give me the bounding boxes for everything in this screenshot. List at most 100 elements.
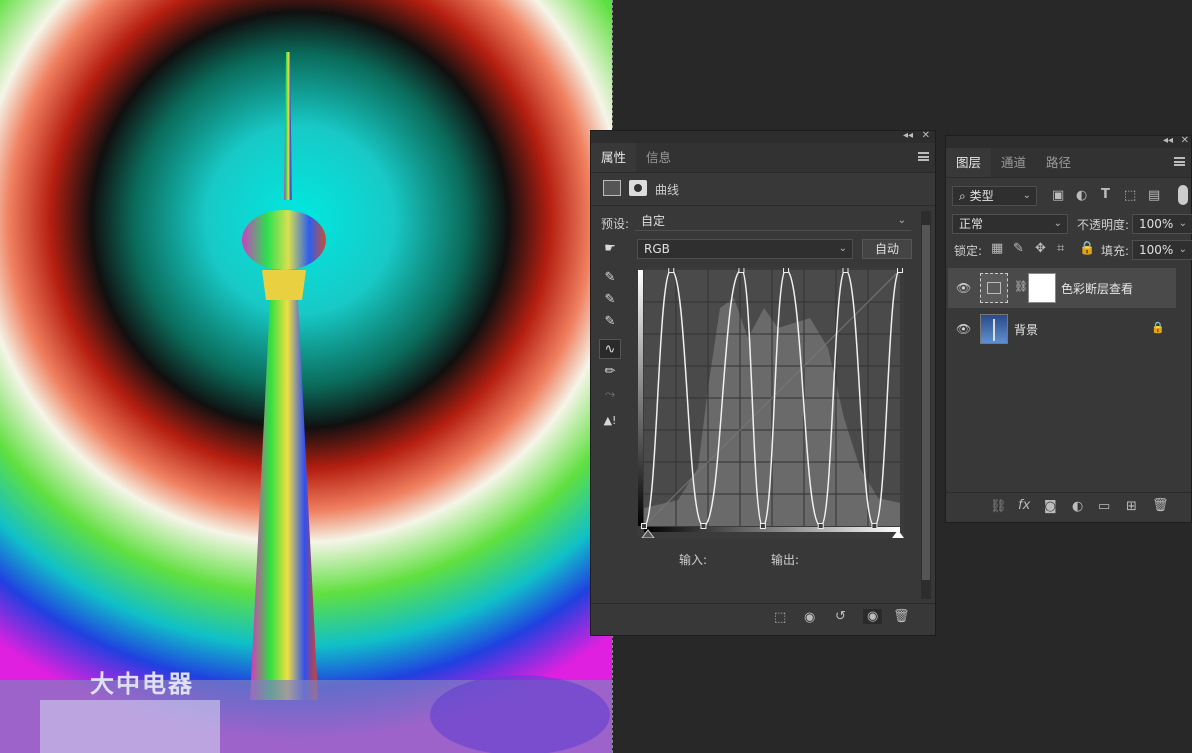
visibility-eye-icon[interactable]: ◉ xyxy=(863,609,883,624)
pencil-icon[interactable]: ✏ xyxy=(599,362,621,382)
lock-all-icon[interactable]: 🔒 xyxy=(1079,241,1095,256)
collapse-icon[interactable]: ◂◂ xyxy=(1163,135,1173,146)
lock-artboard-icon[interactable]: ⌗ xyxy=(1057,241,1064,256)
link-layers-icon[interactable]: ⛓ xyxy=(990,499,1007,514)
curve-control-point[interactable] xyxy=(842,267,849,273)
curve-control-point[interactable] xyxy=(783,267,790,273)
curves-adjustment-icon xyxy=(603,180,621,196)
type-filter-icon[interactable]: T xyxy=(1101,187,1110,202)
properties-panel: ◂◂ ✕ 属性 信息 曲线 预设: 自定 ⌄ ☛ RGB ⌄ 自动 ✎ ✎ ✎ … xyxy=(590,130,936,636)
new-group-icon[interactable]: ▭ xyxy=(1098,499,1110,514)
layers-panel: ◂◂ ✕ 图层 通道 路径 ⌕ 类型 ⌄ ▣ ◐ T ⬚ ▤ 正常 ⌄ 不透明度… xyxy=(945,135,1192,523)
filter-toggle[interactable] xyxy=(1178,185,1188,205)
tab-layers[interactable]: 图层 xyxy=(946,148,992,177)
lock-label: 锁定: xyxy=(954,244,983,258)
chevron-down-icon: ⌄ xyxy=(897,215,906,226)
shape-filter-icon[interactable]: ⬚ xyxy=(1124,188,1136,203)
layer-list: 👁 ⛓ 色彩断层查看 👁 背景 🔒 xyxy=(948,268,1178,488)
add-mask-icon[interactable]: ◙ xyxy=(1044,499,1057,514)
close-icon[interactable]: ✕ xyxy=(1181,135,1189,146)
smart-object-filter-icon[interactable]: ▤ xyxy=(1148,188,1160,203)
background-layer-thumbnail xyxy=(980,314,1008,344)
close-icon[interactable]: ✕ xyxy=(922,130,930,141)
trash-icon[interactable]: 🗑 xyxy=(893,609,910,624)
lock-transparent-icon[interactable]: ▦ xyxy=(991,241,1003,256)
chevron-down-icon: ⌄ xyxy=(1022,190,1031,201)
layer-row-background[interactable]: 👁 背景 🔒 xyxy=(948,309,1176,349)
fill-value: 100% xyxy=(1139,243,1174,257)
view-previous-state-icon[interactable]: ◉ xyxy=(804,610,815,625)
document-canvas[interactable]: 大中电器 xyxy=(0,0,613,753)
curve-point-tool-icon[interactable]: ∿ xyxy=(599,339,621,359)
layer-name[interactable]: 色彩断层查看 xyxy=(1061,280,1133,297)
reset-icon[interactable]: ↺ xyxy=(835,609,846,624)
opacity-value: 100% xyxy=(1139,217,1174,231)
eyedropper-gray-icon[interactable]: ✎ xyxy=(599,290,621,310)
curve-control-point[interactable] xyxy=(871,523,878,529)
auto-button[interactable]: 自动 xyxy=(862,239,912,259)
link-icon[interactable]: ⛓ xyxy=(1014,280,1028,293)
blend-mode-value: 正常 xyxy=(959,217,984,231)
input-label: 输入: xyxy=(679,553,708,567)
curve-control-point[interactable] xyxy=(897,267,903,273)
chevron-down-icon: ⌄ xyxy=(1053,218,1062,229)
preset-value: 自定 xyxy=(641,214,666,228)
new-layer-icon[interactable]: ⊞ xyxy=(1126,499,1137,514)
filter-kind-dropdown[interactable]: ⌕ 类型 ⌄ xyxy=(952,186,1037,206)
layer-name[interactable]: 背景 xyxy=(1014,321,1038,338)
channel-dropdown[interactable]: RGB ⌄ xyxy=(637,239,853,259)
pixel-filter-icon[interactable]: ▣ xyxy=(1052,188,1064,203)
properties-tabs: 属性 信息 xyxy=(591,143,935,173)
curve-control-point[interactable] xyxy=(641,523,647,529)
tab-paths[interactable]: 路径 xyxy=(1036,148,1081,177)
panel-menu-icon[interactable] xyxy=(918,152,929,161)
filter-kind-value: 类型 xyxy=(969,189,994,203)
tab-channels[interactable]: 通道 xyxy=(991,148,1036,177)
fx-icon[interactable]: fx xyxy=(1018,498,1030,513)
new-adjustment-icon[interactable]: ◐ xyxy=(1072,499,1083,514)
separator xyxy=(591,205,935,206)
properties-topbar: ◂◂ ✕ xyxy=(591,130,935,143)
collapse-icon[interactable]: ◂◂ xyxy=(903,130,913,141)
eye-icon[interactable]: 👁 xyxy=(956,281,971,295)
lock-icon: 🔒 xyxy=(1151,321,1165,334)
scrollbar[interactable] xyxy=(921,211,931,599)
scrollbar-thumb[interactable] xyxy=(922,225,930,580)
layers-topbar: ◂◂ ✕ xyxy=(946,135,1191,148)
output-label: 输出: xyxy=(771,553,800,567)
chevron-down-icon: ⌄ xyxy=(1178,244,1187,255)
mask-icon[interactable] xyxy=(629,180,647,196)
fill-input[interactable]: 100% ⌄ xyxy=(1132,240,1192,260)
smooth-curve-icon[interactable]: ⤳ xyxy=(599,385,621,405)
clip-to-layer-icon[interactable]: ⬚ xyxy=(774,610,786,625)
curve-control-point[interactable] xyxy=(700,523,707,529)
curve-control-point[interactable] xyxy=(668,267,675,273)
adjustment-filter-icon[interactable]: ◐ xyxy=(1076,188,1087,203)
curve-control-point[interactable] xyxy=(817,523,824,529)
curves-graph[interactable] xyxy=(638,267,904,539)
eye-icon[interactable]: 👁 xyxy=(956,322,971,336)
layer-row-curves[interactable]: 👁 ⛓ 色彩断层查看 xyxy=(948,268,1176,308)
blend-mode-dropdown[interactable]: 正常 ⌄ xyxy=(952,214,1068,234)
clipping-warning-icon[interactable]: ▲! xyxy=(599,411,621,431)
target-adjust-hand-icon[interactable]: ☛ xyxy=(599,239,621,259)
curves-graph-svg xyxy=(638,267,904,539)
lock-position-icon[interactable]: ✥ xyxy=(1035,241,1046,256)
eyedropper-black-icon[interactable]: ✎ xyxy=(599,268,621,288)
adjustment-title: 曲线 xyxy=(655,183,680,197)
chevron-down-icon: ⌄ xyxy=(1178,218,1187,229)
tab-info[interactable]: 信息 xyxy=(636,143,681,172)
trash-icon[interactable]: 🗑 xyxy=(1152,498,1169,513)
panel-menu-icon[interactable] xyxy=(1174,157,1185,166)
sign-text: 大中电器 xyxy=(90,670,194,698)
search-icon: ⌕ xyxy=(959,189,966,203)
layer-mask-thumbnail[interactable] xyxy=(1028,273,1056,303)
opacity-input[interactable]: 100% ⌄ xyxy=(1132,214,1192,234)
curve-control-point[interactable] xyxy=(759,523,766,529)
preset-dropdown[interactable]: 自定 ⌄ xyxy=(635,213,911,231)
eyedropper-white-icon[interactable]: ✎ xyxy=(599,312,621,332)
lock-image-icon[interactable]: ✎ xyxy=(1013,241,1024,256)
layers-tabs: 图层 通道 路径 xyxy=(946,148,1191,178)
tab-properties[interactable]: 属性 xyxy=(591,143,637,172)
curve-control-point[interactable] xyxy=(738,267,745,273)
